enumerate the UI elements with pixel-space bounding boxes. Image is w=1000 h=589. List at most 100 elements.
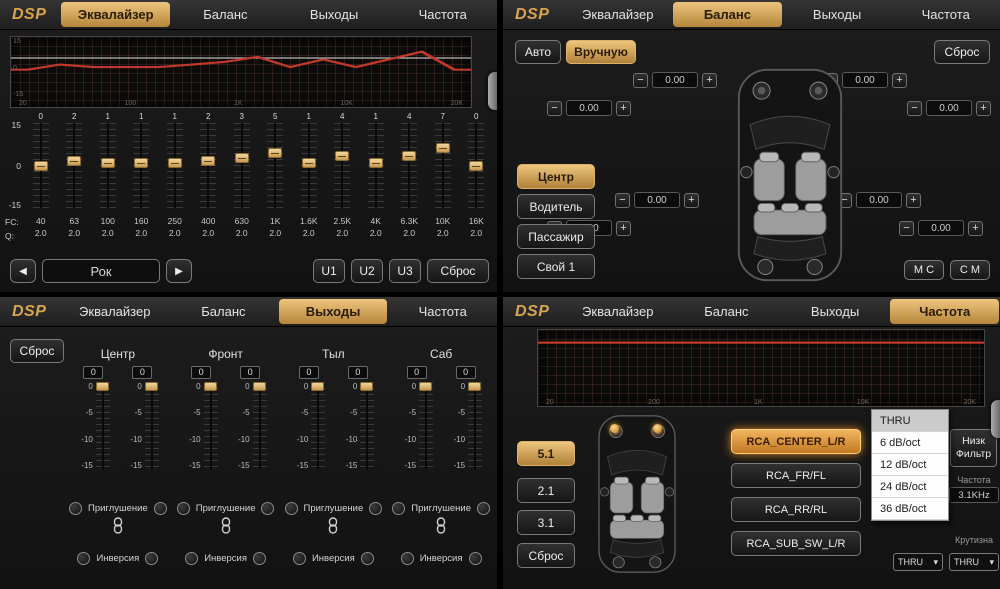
- eq-reset-button[interactable]: Сброс: [427, 259, 489, 283]
- tab-balance[interactable]: Баланс: [169, 297, 278, 326]
- increment-button[interactable]: +: [976, 101, 991, 116]
- increment-button[interactable]: +: [906, 193, 921, 208]
- eq-band-slider[interactable]: [100, 123, 116, 209]
- drawer-handle[interactable]: [991, 400, 1000, 438]
- cm-button[interactable]: C M: [950, 260, 990, 280]
- mute-toggle-left[interactable]: [285, 502, 298, 515]
- position-button[interactable]: Центр: [517, 164, 595, 189]
- link-channels-icon[interactable]: [112, 517, 124, 534]
- eq-slider-handle[interactable]: [201, 156, 215, 166]
- prev-preset-button[interactable]: ◀: [10, 259, 36, 283]
- output-slider[interactable]: [419, 382, 433, 470]
- eq-band-slider[interactable]: [334, 123, 350, 209]
- invert-toggle-right[interactable]: [253, 552, 266, 565]
- increment-button[interactable]: +: [892, 73, 907, 88]
- increment-button[interactable]: +: [702, 73, 717, 88]
- increment-button[interactable]: +: [968, 221, 983, 236]
- channel-button[interactable]: RCA_SUB_SW_L/R: [731, 531, 861, 556]
- eq-band-slider[interactable]: [468, 123, 484, 209]
- mute-toggle-left[interactable]: [177, 502, 190, 515]
- tab-frequency[interactable]: Частота: [890, 299, 999, 324]
- mute-toggle-left[interactable]: [392, 502, 405, 515]
- invert-toggle-left[interactable]: [77, 552, 90, 565]
- mute-toggle-right[interactable]: [261, 502, 274, 515]
- outputs-reset-button[interactable]: Сброс: [10, 339, 64, 363]
- mode-button-2.1[interactable]: 2.1: [517, 478, 575, 503]
- memory-button-u2[interactable]: U2: [351, 259, 383, 283]
- preset-display[interactable]: Рок: [42, 259, 160, 283]
- eq-slider-handle[interactable]: [335, 151, 349, 161]
- manual-button[interactable]: Вручную: [566, 40, 636, 64]
- position-button[interactable]: Водитель: [517, 194, 595, 219]
- output-slider-handle[interactable]: [204, 382, 217, 391]
- mute-toggle-left[interactable]: [69, 502, 82, 515]
- eq-slider-handle[interactable]: [302, 158, 316, 168]
- eq-band-slider[interactable]: [200, 123, 216, 209]
- eq-band-slider[interactable]: [368, 123, 384, 209]
- channel-button[interactable]: RCA_FR/FL: [731, 463, 861, 488]
- increment-button[interactable]: +: [616, 221, 631, 236]
- output-slider[interactable]: [468, 382, 482, 470]
- dropdown-option[interactable]: THRU: [872, 410, 948, 432]
- decrement-button[interactable]: −: [907, 101, 922, 116]
- eq-slider-handle[interactable]: [134, 158, 148, 168]
- mute-toggle-right[interactable]: [477, 502, 490, 515]
- auto-button[interactable]: Авто: [515, 40, 561, 64]
- eq-slider-handle[interactable]: [101, 158, 115, 168]
- mute-toggle-right[interactable]: [154, 502, 167, 515]
- output-slider-handle[interactable]: [253, 382, 266, 391]
- eq-band-slider[interactable]: [33, 123, 49, 209]
- eq-band-slider[interactable]: [167, 123, 183, 209]
- eq-slider-handle[interactable]: [268, 148, 282, 158]
- tab-frequency[interactable]: Частота: [388, 297, 497, 326]
- position-button[interactable]: Свой 1: [517, 254, 595, 279]
- slope-select-left[interactable]: THRU ▾: [893, 553, 943, 571]
- decrement-button[interactable]: −: [633, 73, 648, 88]
- mute-toggle-right[interactable]: [369, 502, 382, 515]
- eq-slider-handle[interactable]: [34, 161, 48, 171]
- invert-toggle-left[interactable]: [401, 552, 414, 565]
- output-slider[interactable]: [204, 382, 218, 470]
- tab-frequency[interactable]: Частота: [388, 0, 497, 29]
- slope-select-right[interactable]: THRU ▾: [949, 553, 999, 571]
- invert-toggle-right[interactable]: [361, 552, 374, 565]
- output-slider-handle[interactable]: [360, 382, 373, 391]
- tab-outputs[interactable]: Выходы: [783, 0, 892, 29]
- tab-outputs[interactable]: Выходы: [781, 297, 890, 326]
- invert-toggle-left[interactable]: [293, 552, 306, 565]
- eq-slider-handle[interactable]: [67, 156, 81, 166]
- tab-frequency[interactable]: Частота: [891, 0, 1000, 29]
- eq-band-slider[interactable]: [435, 123, 451, 209]
- output-slider-handle[interactable]: [311, 382, 324, 391]
- balance-reset-button[interactable]: Сброс: [934, 40, 990, 64]
- tab-balance[interactable]: Баланс: [673, 2, 782, 27]
- increment-button[interactable]: +: [616, 101, 631, 116]
- tab-equalizer[interactable]: Эквалайзер: [563, 0, 672, 29]
- tab-equalizer[interactable]: Эквалайзер: [60, 297, 169, 326]
- tab-equalizer[interactable]: Эквалайзер: [563, 297, 672, 326]
- filter-type-box[interactable]: Низк Фильтр: [950, 429, 997, 467]
- mc-button[interactable]: M C: [904, 260, 944, 280]
- eq-slider-handle[interactable]: [369, 158, 383, 168]
- tab-equalizer[interactable]: Эквалайзер: [61, 2, 170, 27]
- eq-band-slider[interactable]: [66, 123, 82, 209]
- eq-slider-handle[interactable]: [436, 143, 450, 153]
- link-channels-icon[interactable]: [327, 517, 339, 534]
- output-slider[interactable]: [145, 382, 159, 470]
- output-slider[interactable]: [311, 382, 325, 470]
- output-slider-handle[interactable]: [145, 382, 158, 391]
- eq-slider-handle[interactable]: [168, 158, 182, 168]
- position-button[interactable]: Пассажир: [517, 224, 595, 249]
- invert-toggle-right[interactable]: [469, 552, 482, 565]
- dropdown-option[interactable]: 12 dB/oct: [872, 454, 948, 476]
- invert-toggle-left[interactable]: [185, 552, 198, 565]
- eq-band-slider[interactable]: [234, 123, 250, 209]
- eq-band-slider[interactable]: [401, 123, 417, 209]
- invert-toggle-right[interactable]: [145, 552, 158, 565]
- eq-slider-handle[interactable]: [402, 151, 416, 161]
- tab-outputs[interactable]: Выходы: [279, 299, 388, 324]
- mode-button-5.1[interactable]: 5.1: [517, 441, 575, 466]
- output-slider-handle[interactable]: [468, 382, 481, 391]
- link-channels-icon[interactable]: [435, 517, 447, 534]
- mode-button-3.1[interactable]: 3.1: [517, 510, 575, 535]
